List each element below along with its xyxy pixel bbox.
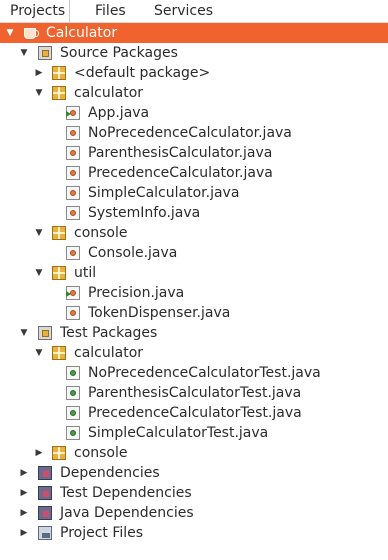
tab-services[interactable]: Services <box>150 0 217 22</box>
tree-node-file[interactable]: ParenthesisCalculatorTest.java <box>0 383 388 403</box>
tab-projects[interactable]: Projects <box>6 0 71 22</box>
tree-node-label: SimpleCalculator.java <box>88 185 240 201</box>
project-files-icon <box>38 526 52 540</box>
tab-files[interactable]: Files <box>91 0 130 22</box>
java-dependencies-icon <box>38 506 52 520</box>
tree-node-label: Test Packages <box>60 325 158 341</box>
tree-node-file[interactable]: ParenthesisCalculator.java <box>0 143 388 163</box>
java-test-class-icon <box>66 386 80 400</box>
tree-node-label: PrecedenceCalculator.java <box>88 165 273 181</box>
java-test-class-icon <box>66 426 80 440</box>
collapsed-arrow-icon[interactable]: ▶ <box>33 63 45 83</box>
tree-node-label: calculator <box>74 85 144 101</box>
tree-node-file[interactable]: TokenDispenser.java <box>0 303 388 323</box>
expanded-arrow-icon[interactable]: ▼ <box>18 43 30 63</box>
tree-node-file[interactable]: PrecedenceCalculatorTest.java <box>0 403 388 423</box>
tree-node-test-package-calculator[interactable]: ▼ calculator <box>0 343 388 363</box>
tree-node-project-calculator[interactable]: ▼ Calculator <box>0 23 388 43</box>
tree-node-label: <default package> <box>74 65 211 81</box>
package-icon <box>52 66 66 80</box>
tree-node-project-files[interactable]: ▶ Project Files <box>0 523 388 543</box>
collapsed-arrow-icon[interactable]: ▶ <box>33 443 45 463</box>
tree-node-java-dependencies[interactable]: ▶ Java Dependencies <box>0 503 388 523</box>
tree-node-label: util <box>74 265 97 281</box>
tree-node-label: PrecedenceCalculatorTest.java <box>88 405 302 421</box>
tree-node-label: Precision.java <box>88 285 185 301</box>
package-icon <box>52 346 66 360</box>
tree-node-label: NoPrecedenceCalculatorTest.java <box>88 365 321 381</box>
tree-node-label: App.java <box>88 105 150 121</box>
java-class-icon <box>66 306 80 320</box>
java-class-icon <box>66 126 80 140</box>
tree-node-label: Java Dependencies <box>60 505 194 521</box>
java-class-icon <box>66 246 80 260</box>
java-main-class-icon <box>66 286 80 300</box>
tree-node-file[interactable]: SystemInfo.java <box>0 203 388 223</box>
tree-node-file[interactable]: Precision.java <box>0 283 388 303</box>
expanded-arrow-icon[interactable]: ▼ <box>33 83 45 103</box>
tree-node-file[interactable]: PrecedenceCalculator.java <box>0 163 388 183</box>
tree-node-label: ParenthesisCalculatorTest.java <box>88 385 302 401</box>
tree-node-test-packages[interactable]: ▼ Test Packages <box>0 323 388 343</box>
tree-node-label: SimpleCalculatorTest.java <box>88 425 269 441</box>
tree-node-label: ParenthesisCalculator.java <box>88 145 273 161</box>
java-main-class-icon <box>66 106 80 120</box>
tree-node-default-package[interactable]: ▶ <default package> <box>0 63 388 83</box>
tab-bar: Projects Files Services <box>0 0 388 22</box>
java-class-icon <box>66 186 80 200</box>
package-icon <box>52 86 66 100</box>
project-icon <box>24 28 39 39</box>
tree-node-label: Calculator <box>46 25 118 41</box>
package-icon <box>52 446 66 460</box>
package-icon <box>52 226 66 240</box>
java-class-icon <box>66 206 80 220</box>
tree-node-file[interactable]: SimpleCalculator.java <box>0 183 388 203</box>
tree-node-file[interactable]: Console.java <box>0 243 388 263</box>
collapsed-arrow-icon[interactable]: ▶ <box>18 503 30 523</box>
tree-node-label: console <box>74 445 128 461</box>
test-packages-icon <box>38 326 52 340</box>
tree-node-label: calculator <box>74 345 144 361</box>
expanded-arrow-icon[interactable]: ▼ <box>18 323 30 343</box>
tree-node-package-calculator[interactable]: ▼ calculator <box>0 83 388 103</box>
tree-node-label: Dependencies <box>60 465 160 481</box>
tree-node-file[interactable]: App.java <box>0 103 388 123</box>
tree-node-label: TokenDispenser.java <box>88 305 231 321</box>
collapsed-arrow-icon[interactable]: ▶ <box>18 523 30 543</box>
tree-node-label: Project Files <box>60 525 144 541</box>
tree-node-label: Console.java <box>88 245 178 261</box>
tree-node-label: SystemInfo.java <box>88 205 201 221</box>
source-packages-icon <box>38 46 52 60</box>
tree-node-file[interactable]: NoPrecedenceCalculator.java <box>0 123 388 143</box>
tree-node-label: Source Packages <box>60 45 178 61</box>
package-icon <box>52 266 66 280</box>
tree-node-test-dependencies[interactable]: ▶ Test Dependencies <box>0 483 388 503</box>
collapsed-arrow-icon[interactable]: ▶ <box>18 463 30 483</box>
tree-node-label: NoPrecedenceCalculator.java <box>88 125 292 141</box>
java-class-icon <box>66 166 80 180</box>
java-test-class-icon <box>66 406 80 420</box>
java-class-icon <box>66 146 80 160</box>
tree-node-test-package-console[interactable]: ▶ console <box>0 443 388 463</box>
tree-node-label: console <box>74 225 128 241</box>
tree-node-file[interactable]: NoPrecedenceCalculatorTest.java <box>0 363 388 383</box>
dependencies-icon <box>38 466 52 480</box>
expanded-arrow-icon[interactable]: ▼ <box>33 343 45 363</box>
tree-node-package-console[interactable]: ▼ console <box>0 223 388 243</box>
java-test-class-icon <box>66 366 80 380</box>
dependencies-icon <box>38 486 52 500</box>
tree-node-package-util[interactable]: ▼ util <box>0 263 388 283</box>
tree-node-label: Test Dependencies <box>60 485 192 501</box>
collapsed-arrow-icon[interactable]: ▶ <box>18 483 30 503</box>
tree-node-dependencies[interactable]: ▶ Dependencies <box>0 463 388 483</box>
tree-node-file[interactable]: SimpleCalculatorTest.java <box>0 423 388 443</box>
expanded-arrow-icon[interactable]: ▼ <box>33 223 45 243</box>
expanded-arrow-icon[interactable]: ▼ <box>4 23 16 43</box>
tree-node-source-packages[interactable]: ▼ Source Packages <box>0 43 388 63</box>
expanded-arrow-icon[interactable]: ▼ <box>33 263 45 283</box>
